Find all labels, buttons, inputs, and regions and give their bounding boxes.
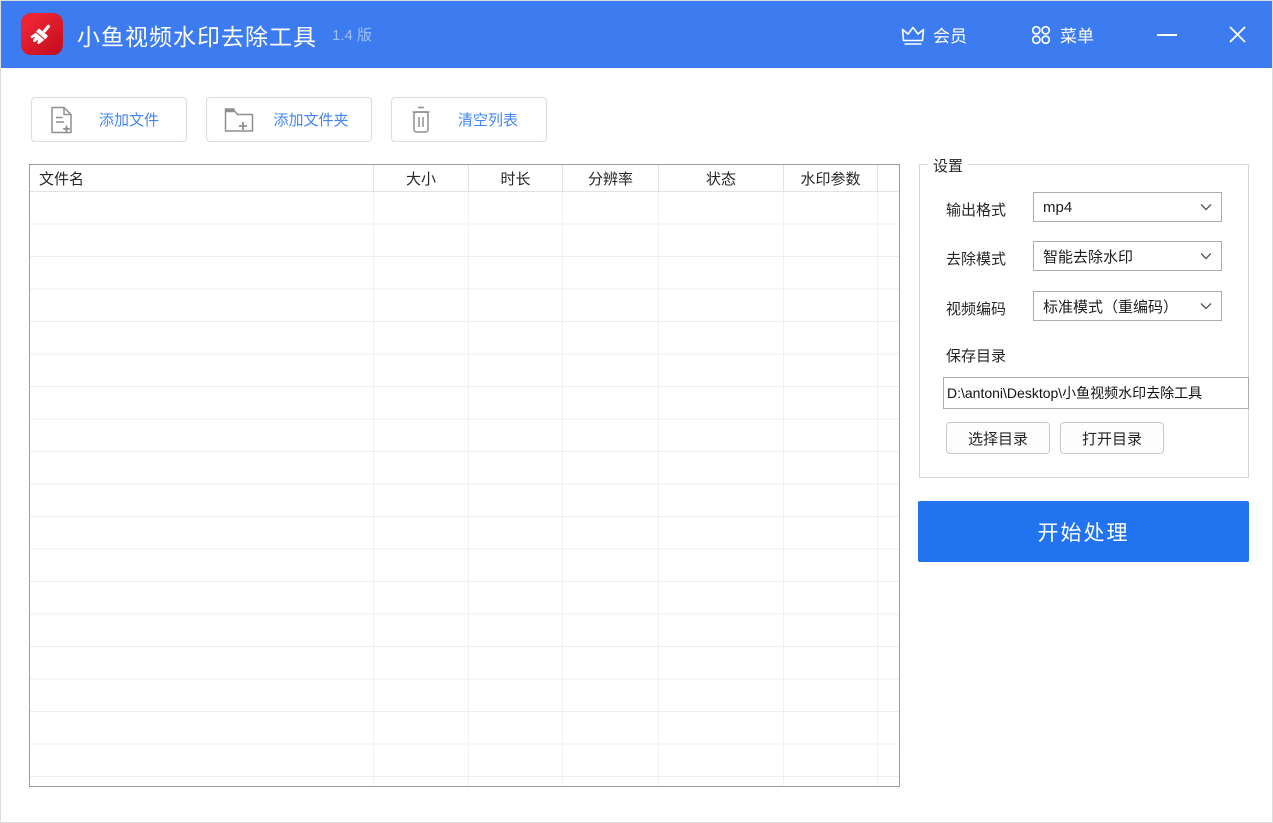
column-header-watermark-params: 水印参数 — [784, 165, 878, 191]
column-header-filename: 文件名 — [30, 165, 374, 191]
close-button[interactable] — [1217, 1, 1257, 68]
video-codec-value: 标准模式（重编码） — [1043, 296, 1178, 317]
column-header-status: 状态 — [659, 165, 784, 191]
column-header-size: 大小 — [374, 165, 469, 191]
save-dir-label: 保存目录 — [946, 345, 1006, 366]
crown-icon — [900, 24, 926, 46]
minimize-button[interactable] — [1149, 1, 1185, 68]
video-codec-label: 视频编码 — [946, 298, 1006, 319]
app-logo — [21, 13, 63, 55]
app-window: 小鱼视频水印去除工具 1.4 版 会员 菜单 — [0, 0, 1273, 823]
titlebar: 小鱼视频水印去除工具 1.4 版 会员 菜单 — [1, 1, 1272, 68]
add-file-label: 添加文件 — [85, 109, 177, 130]
column-divider — [783, 192, 784, 787]
add-file-button[interactable]: 添加文件 — [31, 97, 187, 142]
member-button[interactable]: 会员 — [900, 1, 967, 68]
menu-label: 菜单 — [1060, 22, 1094, 47]
chevron-down-icon — [1200, 302, 1212, 310]
minimize-icon — [1157, 34, 1177, 36]
trash-icon — [408, 105, 434, 135]
grid-menu-icon — [1029, 23, 1053, 47]
remove-mode-value: 智能去除水印 — [1043, 246, 1133, 267]
output-format-select[interactable]: mp4 — [1033, 192, 1222, 222]
chevron-down-icon — [1200, 252, 1212, 260]
remove-mode-label: 去除模式 — [946, 248, 1006, 269]
column-divider — [373, 192, 374, 787]
close-icon — [1228, 25, 1247, 44]
add-folder-label: 添加文件夹 — [259, 109, 366, 130]
column-header-stub — [878, 165, 899, 191]
add-folder-button[interactable]: 添加文件夹 — [206, 97, 372, 142]
clear-list-button[interactable]: 清空列表 — [391, 97, 547, 142]
app-title: 小鱼视频水印去除工具 — [77, 1, 317, 68]
file-list-table: 文件名 大小 时长 分辨率 状态 水印参数 — [29, 164, 900, 787]
output-format-value: mp4 — [1043, 199, 1072, 216]
column-header-duration: 时长 — [469, 165, 563, 191]
menu-button[interactable]: 菜单 — [1029, 1, 1094, 68]
column-header-resolution: 分辨率 — [563, 165, 659, 191]
app-version: 1.4 版 — [332, 1, 372, 68]
remove-mode-select[interactable]: 智能去除水印 — [1033, 241, 1222, 271]
settings-group: 设置 输出格式 mp4 去除模式 智能去除水印 视频编码 标准模式（重编码） 保… — [919, 164, 1249, 478]
choose-dir-button[interactable]: 选择目录 — [946, 422, 1050, 454]
chevron-down-icon — [1200, 203, 1212, 211]
clear-list-label: 清空列表 — [444, 109, 536, 130]
column-divider — [468, 192, 469, 787]
output-format-label: 输出格式 — [946, 199, 1006, 220]
column-divider — [562, 192, 563, 787]
file-list-body — [30, 192, 899, 787]
settings-legend: 设置 — [928, 155, 968, 176]
file-list-header: 文件名 大小 时长 分辨率 状态 水印参数 — [30, 165, 899, 192]
column-divider — [877, 192, 878, 787]
brush-icon — [28, 20, 56, 48]
start-processing-button[interactable]: 开始处理 — [918, 501, 1249, 562]
save-dir-input[interactable] — [943, 377, 1249, 409]
column-divider — [658, 192, 659, 787]
file-plus-icon — [48, 105, 76, 135]
folder-plus-icon — [223, 106, 255, 134]
video-codec-select[interactable]: 标准模式（重编码） — [1033, 291, 1222, 321]
open-dir-button[interactable]: 打开目录 — [1060, 422, 1164, 454]
member-label: 会员 — [933, 22, 967, 47]
